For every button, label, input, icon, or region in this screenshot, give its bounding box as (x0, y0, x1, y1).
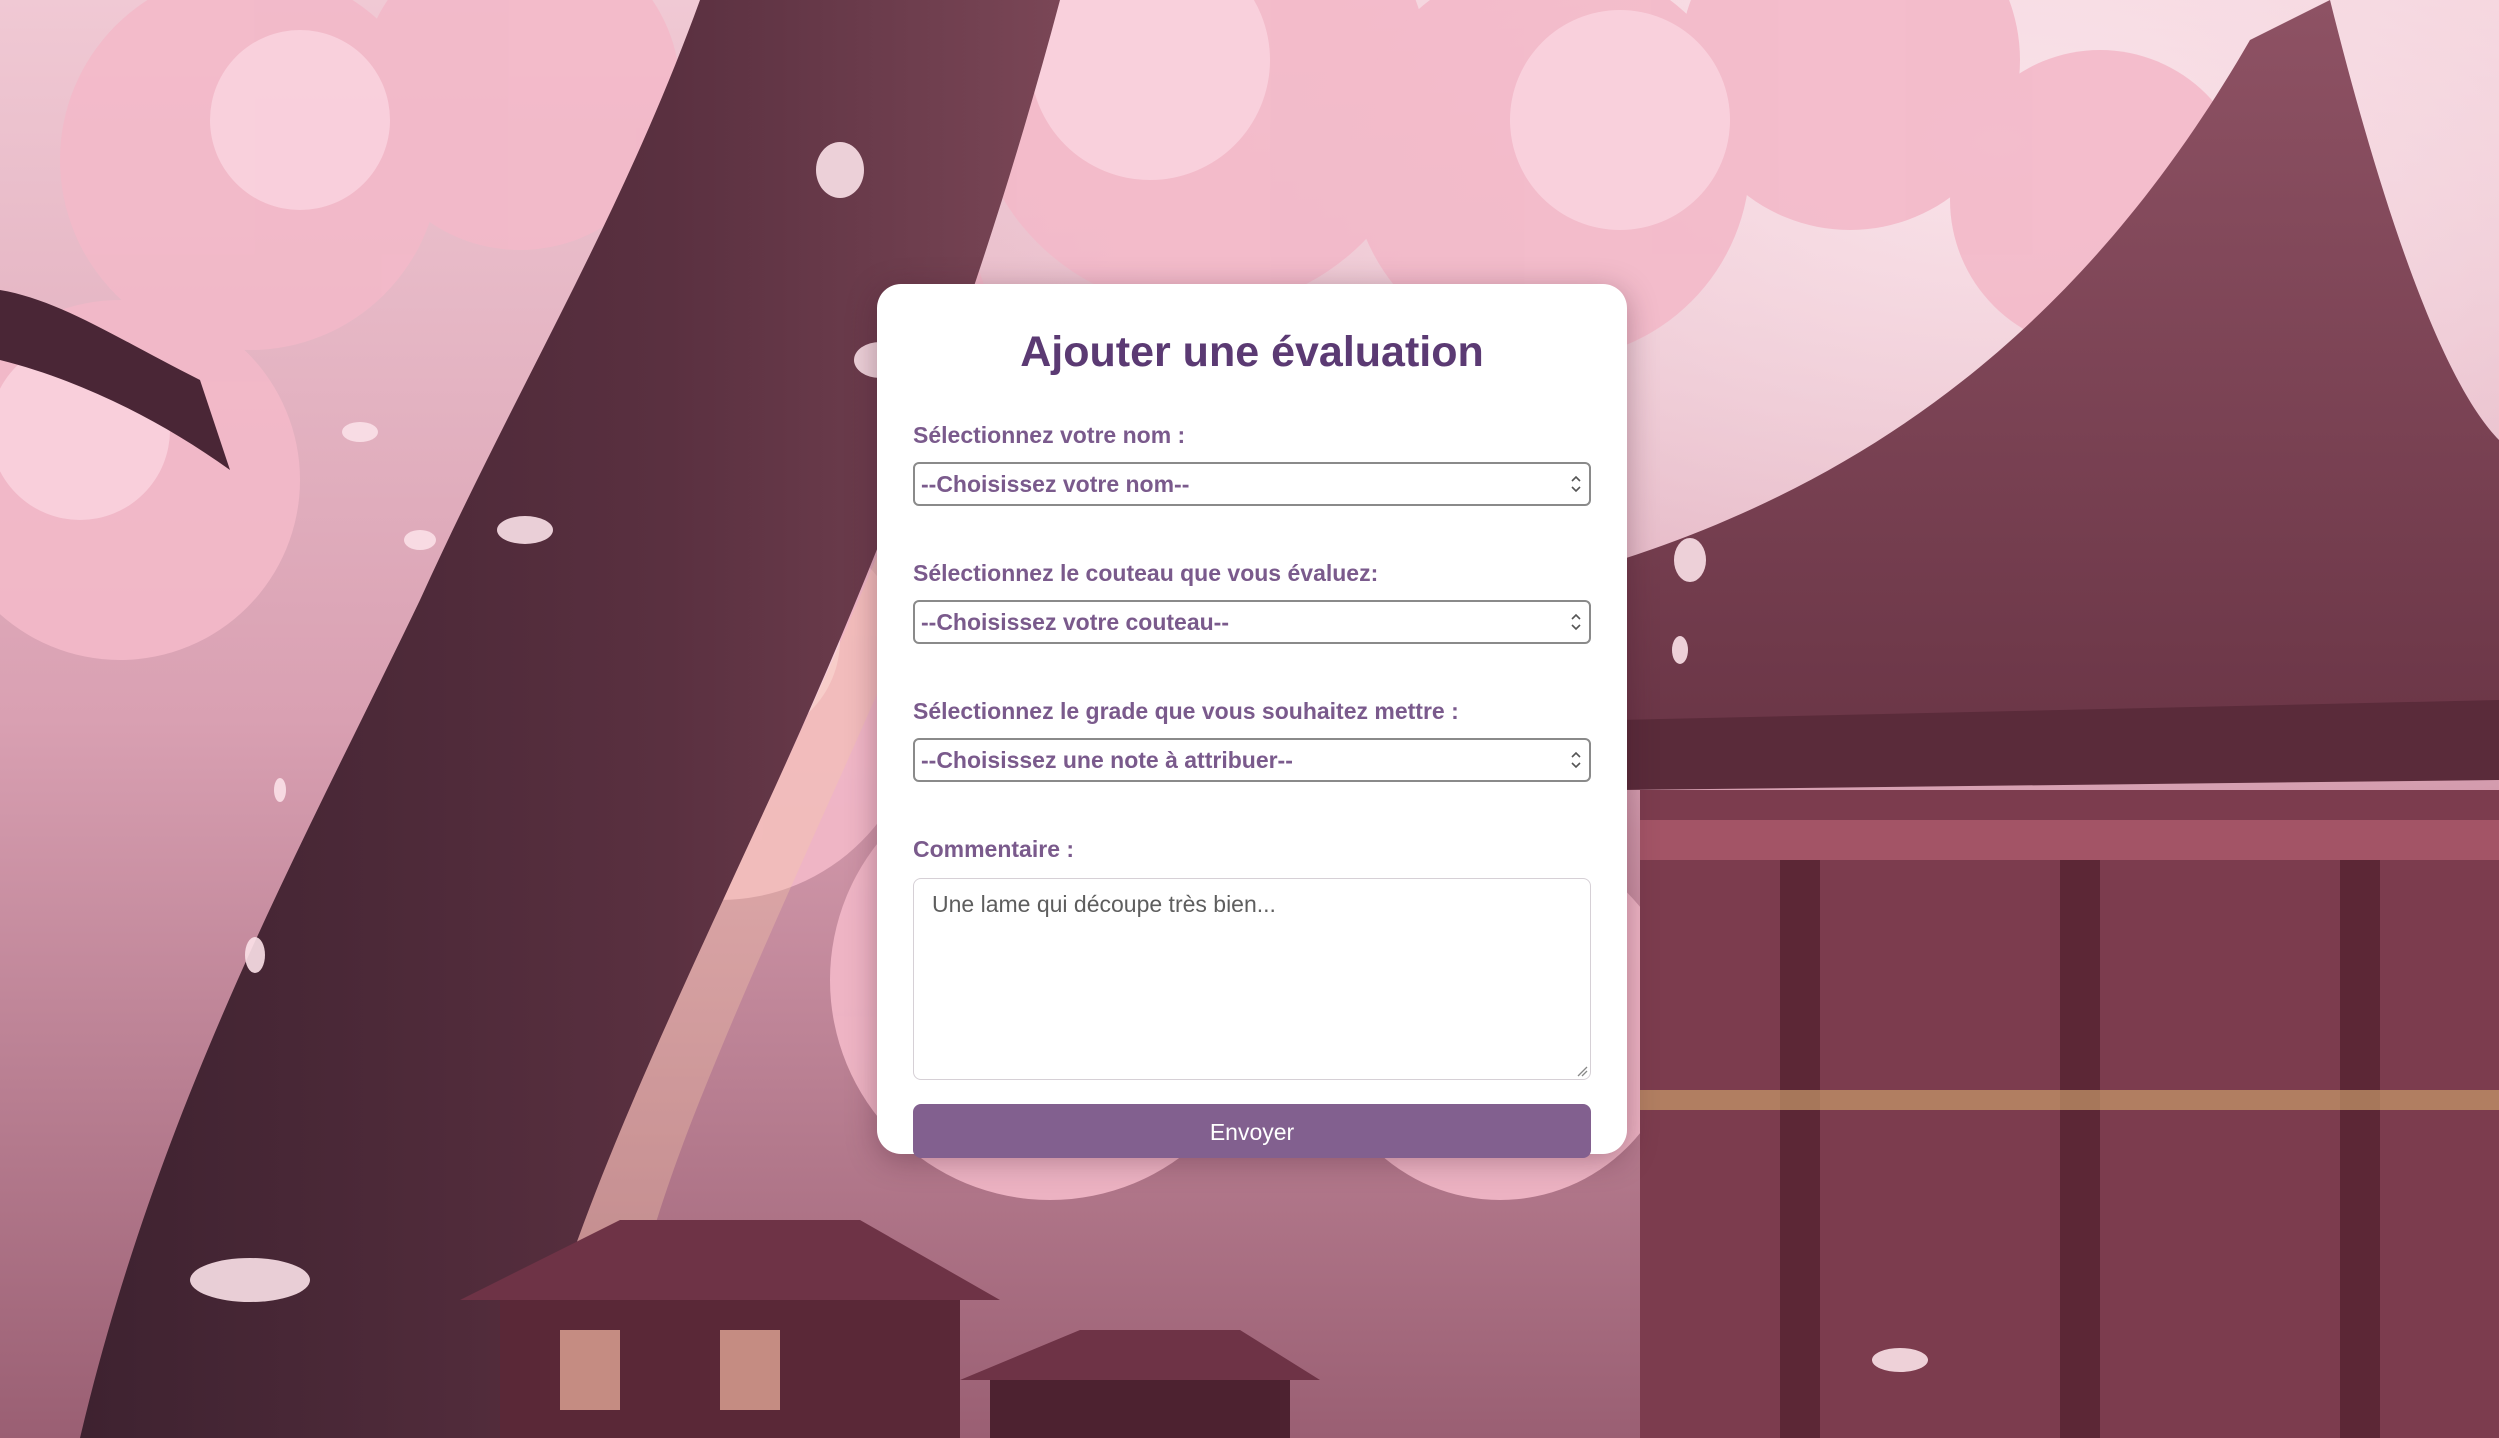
knife-select-label: Sélectionnez le couteau que vous évaluez… (913, 560, 1379, 586)
evaluation-form-card: Ajouter une évaluation Sélectionnez votr… (877, 284, 1627, 1158)
knife-select[interactable]: --Choisissez votre couteau-- (913, 600, 1591, 644)
chevron-updown-icon (1571, 475, 1581, 493)
submit-button[interactable]: Envoyer (913, 1104, 1591, 1158)
grade-select-value: --Choisissez une note à attribuer-- (921, 747, 1293, 773)
grade-select[interactable]: --Choisissez une note à attribuer-- (913, 738, 1591, 782)
knife-select-value: --Choisissez votre couteau-- (921, 609, 1229, 635)
comment-label: Commentaire : (913, 836, 1075, 862)
resize-grip-icon[interactable] (1576, 1065, 1588, 1077)
name-select[interactable]: --Choisissez votre nom-- (913, 462, 1591, 506)
comment-placeholder: Une lame qui découpe très bien... (932, 891, 1276, 917)
name-select-label: Sélectionnez votre nom : (913, 422, 1186, 448)
grade-select-label: Sélectionnez le grade que vous souhaitez… (913, 698, 1459, 724)
comment-textarea[interactable]: Une lame qui découpe très bien... (913, 878, 1591, 1080)
chevron-updown-icon (1571, 613, 1581, 631)
chevron-updown-icon (1571, 751, 1581, 769)
name-select-value: --Choisissez votre nom-- (921, 471, 1190, 497)
form-title: Ajouter une évaluation (1020, 328, 1484, 376)
